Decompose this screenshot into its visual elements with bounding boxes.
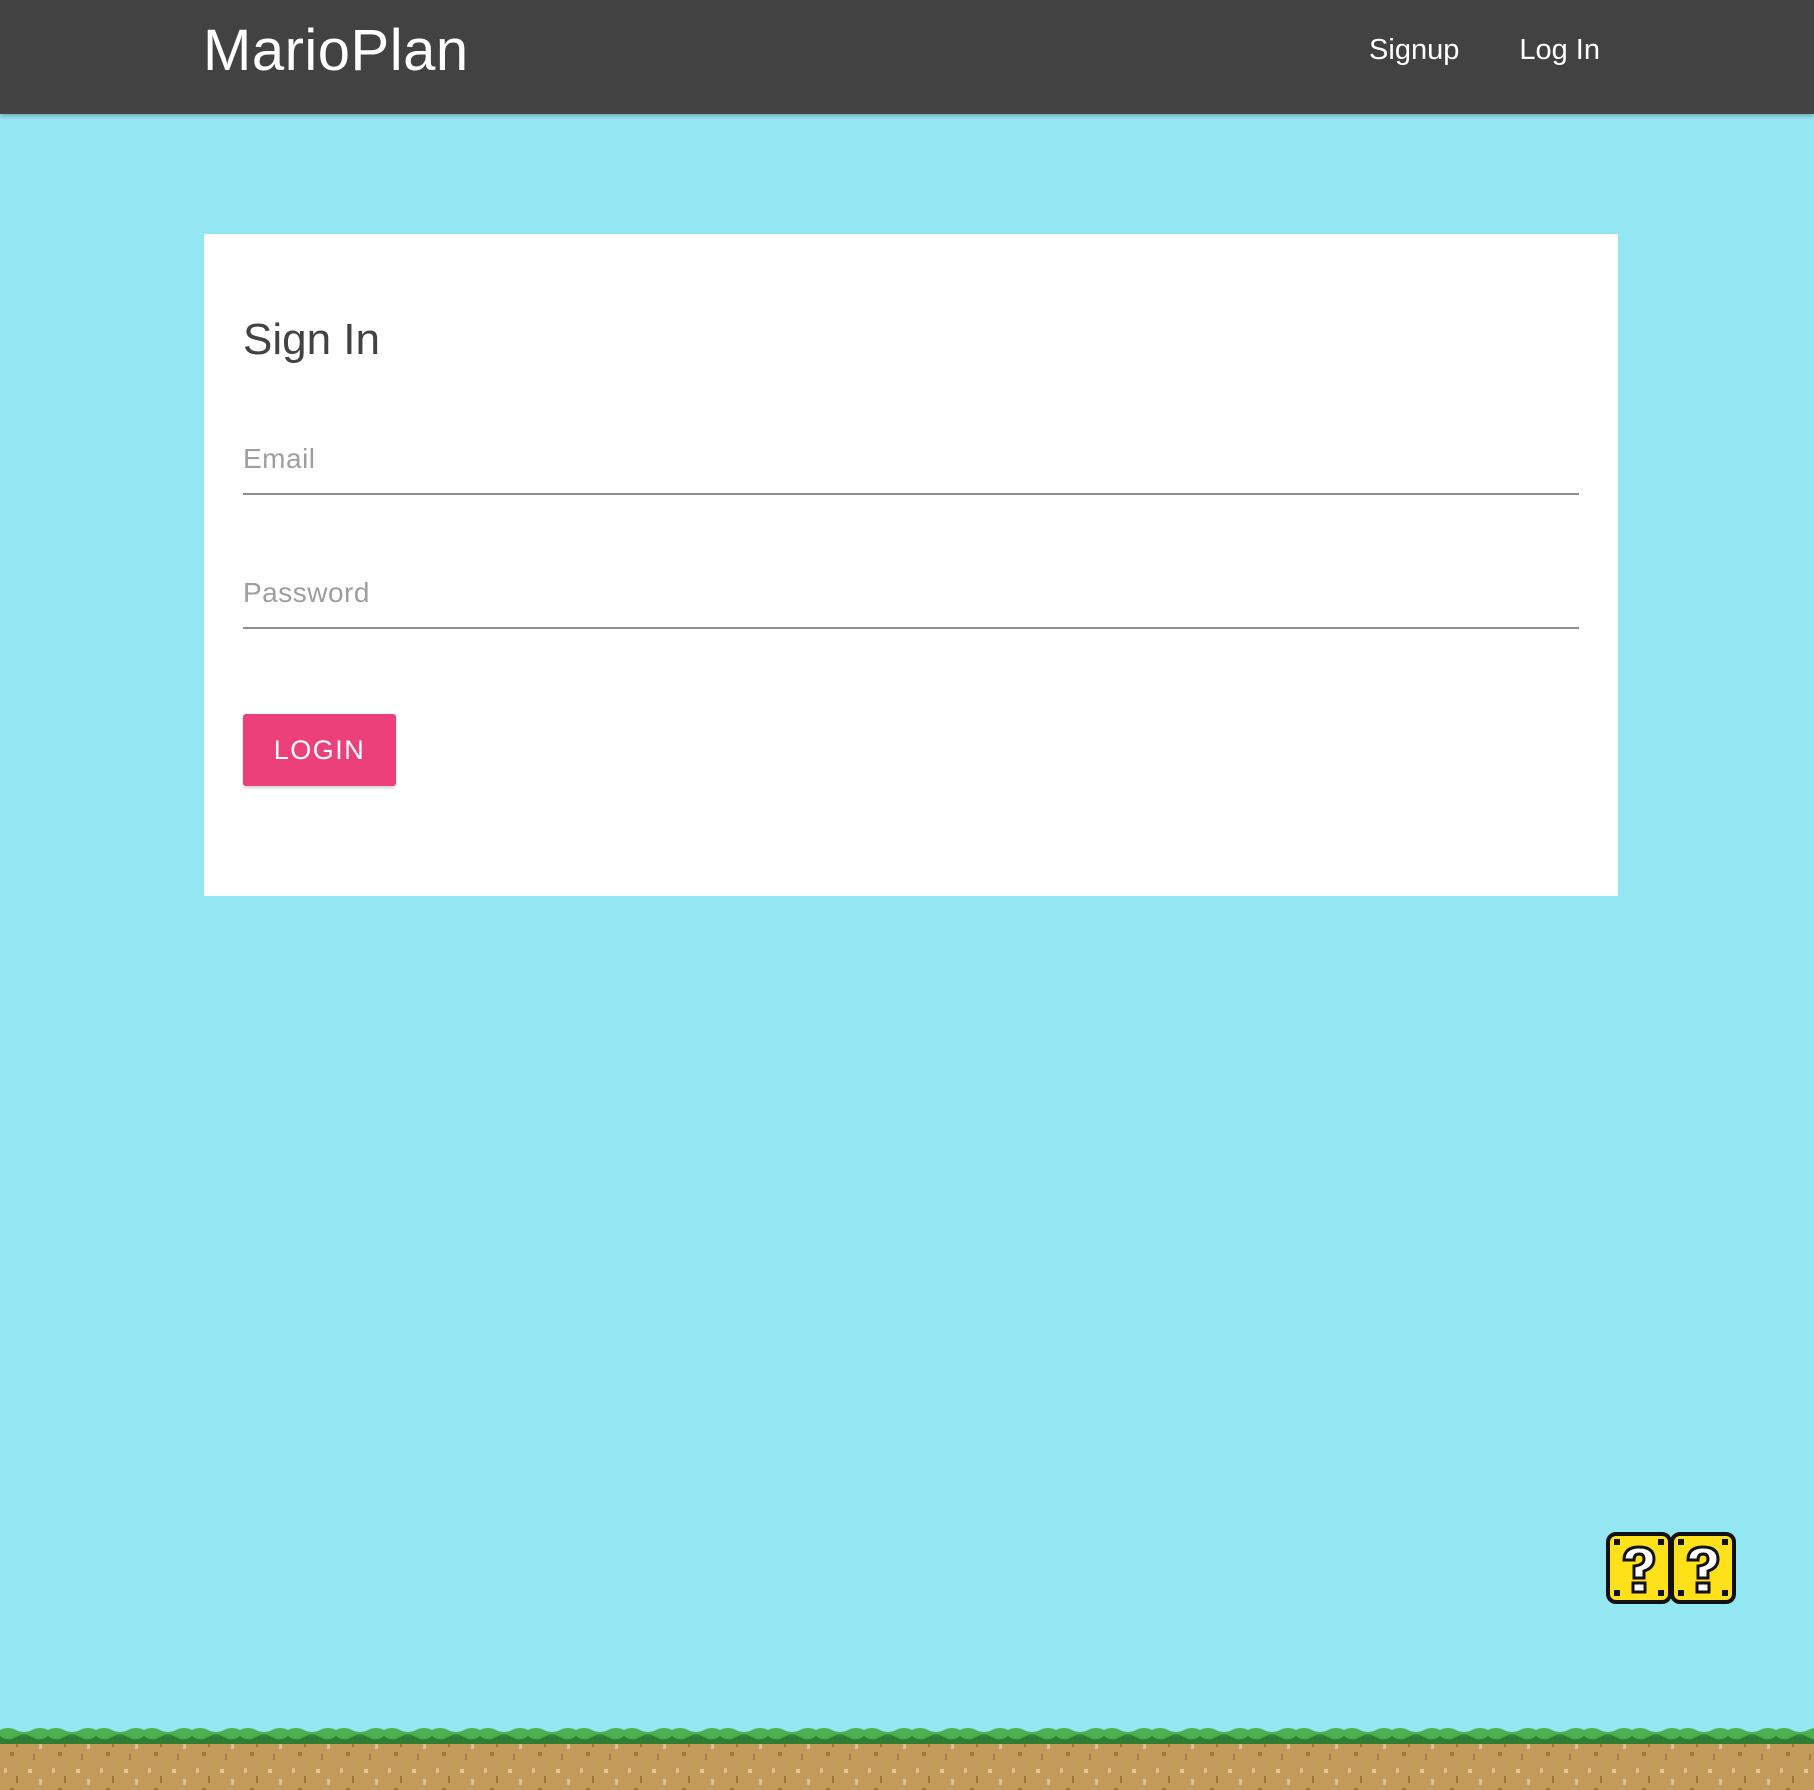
nav-link-login[interactable]: Log In xyxy=(1519,30,1600,70)
email-field-container xyxy=(243,425,1579,495)
email-input[interactable] xyxy=(243,425,1579,493)
nav-links: Signup Log In xyxy=(1369,30,1600,70)
password-input[interactable] xyxy=(243,559,1579,627)
question-block-icon xyxy=(1670,1532,1736,1604)
signin-card: Sign In LOGIN xyxy=(204,234,1618,896)
question-blocks xyxy=(1606,1532,1736,1604)
nav-link-signup[interactable]: Signup xyxy=(1369,30,1459,70)
top-navbar: MarioPlan Signup Log In xyxy=(0,0,1814,114)
login-button[interactable]: LOGIN xyxy=(243,714,396,786)
grass-ground xyxy=(0,1726,1814,1790)
signin-title: Sign In xyxy=(243,315,380,364)
brand-logo[interactable]: MarioPlan xyxy=(203,18,469,84)
password-field-container xyxy=(243,559,1579,629)
question-block-icon xyxy=(1606,1532,1672,1604)
